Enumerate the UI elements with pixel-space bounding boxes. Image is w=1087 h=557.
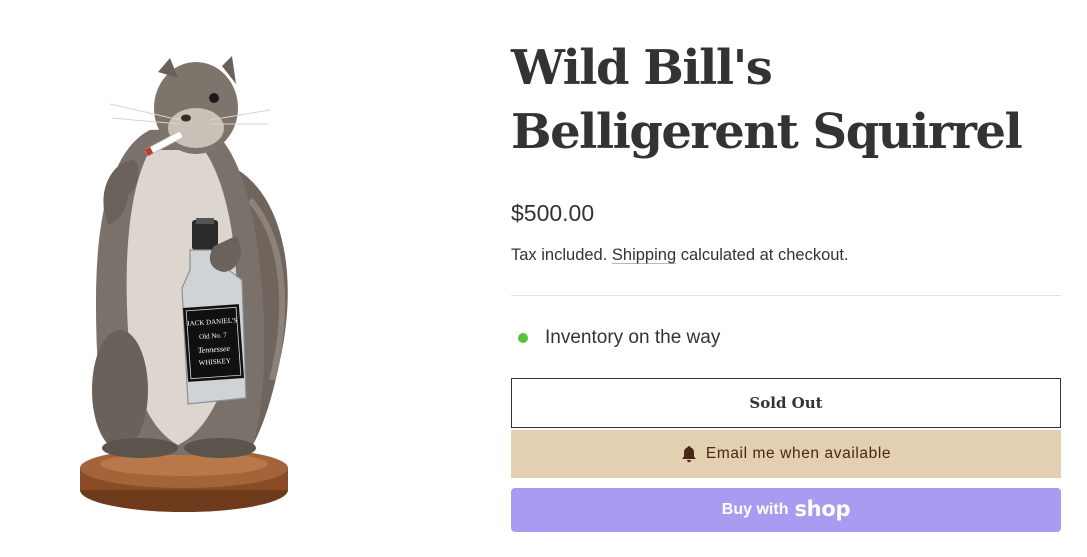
squirrel-ear-left [158, 58, 178, 78]
buy-with-shop-button[interactable]: Buy with shop [511, 488, 1061, 532]
shipping-link[interactable]: Shipping [612, 246, 676, 264]
product-image[interactable]: JACK DANIEL'S Old No. 7 Tennessee WHISKE… [0, 0, 480, 557]
product-price: $500.00 [511, 200, 595, 226]
notify-when-available-button[interactable]: Email me when available [511, 430, 1061, 478]
sold-out-label: Sold Out [749, 394, 823, 412]
product-title: Wild Bill's Belligerent Squirrel [511, 40, 1023, 160]
tax-note: Tax included. Shipping calculated at che… [511, 246, 849, 265]
inventory-status: Inventory on the way [518, 327, 720, 349]
buy-with-label: Buy with [721, 501, 789, 518]
squirrel-eye [209, 93, 219, 103]
squirrel-muzzle [168, 108, 224, 148]
bell-icon [681, 445, 697, 463]
shop-logo: shop [794, 496, 851, 521]
tax-suffix-text: calculated at checkout. [680, 246, 849, 264]
notify-label: Email me when available [705, 445, 892, 462]
divider [511, 295, 1061, 296]
sold-out-button[interactable]: Sold Out [511, 378, 1061, 428]
squirrel-foot-right [184, 438, 256, 458]
inventory-status-dot [518, 333, 528, 343]
squirrel-nose [181, 114, 191, 122]
squirrel-leg [92, 330, 148, 450]
tax-included-text: Tax included. [511, 246, 608, 264]
squirrel-foot-left [102, 438, 178, 458]
inventory-status-text: Inventory on the way [545, 327, 721, 348]
